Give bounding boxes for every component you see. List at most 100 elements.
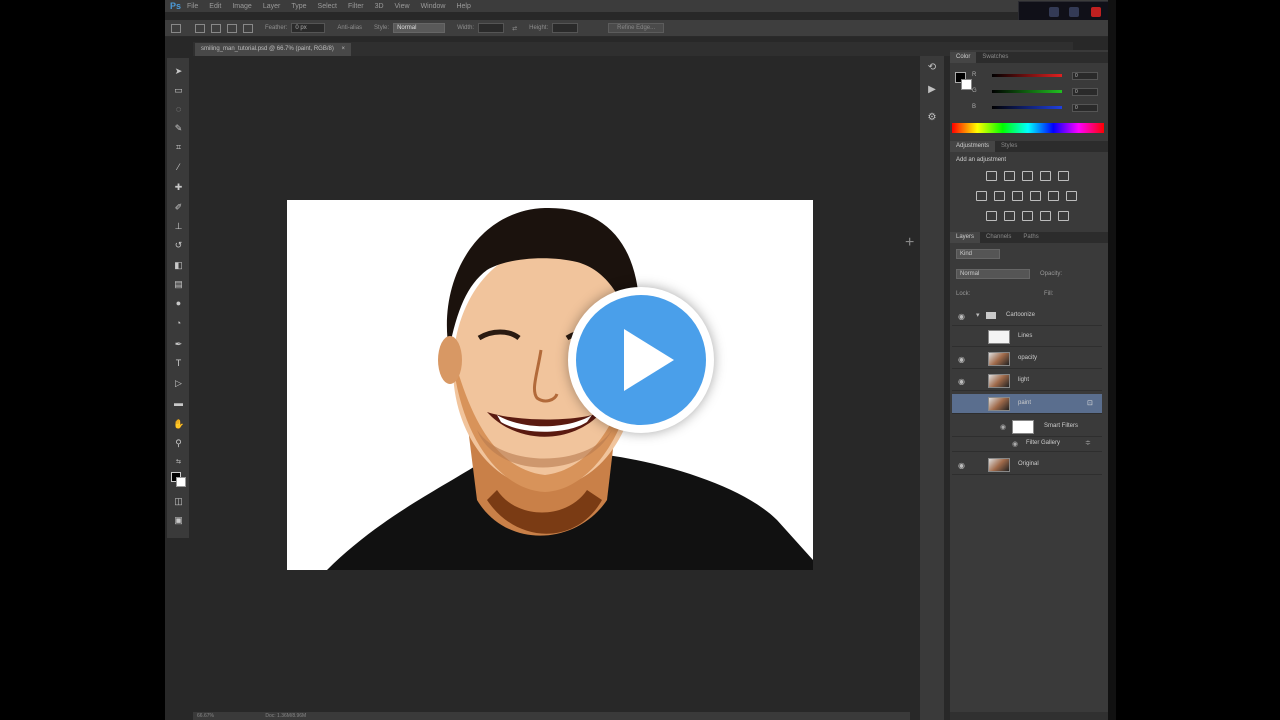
layer-row-light[interactable]: ◉ light	[952, 371, 1102, 391]
refine-edge-button[interactable]: Refine Edge...	[608, 23, 665, 33]
levels-icon[interactable]	[1004, 171, 1015, 181]
visibility-eye-icon[interactable]: ◉	[958, 377, 965, 386]
background-color-swatch[interactable]	[176, 477, 186, 487]
marquee-tool-preset-icon[interactable]	[171, 23, 181, 33]
path-select-tool-icon[interactable]: ▷	[173, 378, 184, 389]
maximize-icon[interactable]	[1069, 7, 1079, 17]
layer-row-filter-gallery[interactable]: ◉ Filter Gallery ≑	[952, 436, 1102, 452]
video-play-button[interactable]	[568, 287, 714, 433]
eyedropper-tool-icon[interactable]: ⁄	[173, 162, 184, 173]
exposure-icon[interactable]	[1040, 171, 1051, 181]
layer-row-opacity[interactable]: ◉ opacity	[952, 349, 1102, 369]
selective-color-icon[interactable]	[1058, 211, 1069, 221]
swap-colors-icon[interactable]: ⇆	[173, 457, 184, 468]
screen-mode-icon[interactable]: ▣	[173, 515, 184, 526]
height-input[interactable]	[552, 23, 579, 33]
brush-tool-icon[interactable]: ✐	[173, 202, 184, 213]
menu-layer[interactable]: Layer	[263, 3, 281, 10]
eraser-tool-icon[interactable]: ◧	[173, 260, 184, 271]
style-dropdown[interactable]: Normal	[393, 23, 446, 33]
antialias-checkbox[interactable]: Anti-alias	[337, 25, 362, 31]
color-lookup-icon[interactable]	[1066, 191, 1077, 201]
posterize-icon[interactable]	[1004, 211, 1015, 221]
lasso-tool-icon[interactable]: ◌	[173, 104, 184, 115]
layer-row-lines[interactable]: Lines	[952, 327, 1102, 347]
swap-icon[interactable]: ⇄	[512, 25, 517, 32]
blend-mode-dropdown[interactable]: Normal	[956, 269, 1030, 279]
layer-row-smart-filters[interactable]: ◉ Smart Filters	[952, 417, 1102, 437]
minimize-icon[interactable]	[1049, 7, 1059, 17]
filter-visibility-icon[interactable]: ◉	[1000, 423, 1006, 431]
width-input[interactable]	[478, 23, 505, 33]
invert-icon[interactable]	[986, 211, 997, 221]
dodge-tool-icon[interactable]: ◔	[173, 318, 184, 329]
subtract-selection-icon[interactable]	[227, 23, 237, 33]
feather-input[interactable]: 0 px	[291, 23, 326, 33]
marquee-tool-icon[interactable]: ▭	[173, 85, 184, 96]
color-balance-icon[interactable]	[994, 191, 1005, 201]
black-white-icon[interactable]	[1012, 191, 1023, 201]
slider-red[interactable]: R 0	[972, 72, 1102, 81]
layer-row-original[interactable]: ◉ Original	[952, 455, 1102, 475]
visibility-eye-icon[interactable]: ◉	[958, 355, 965, 364]
close-tab-icon[interactable]: ×	[342, 46, 346, 52]
layer-row-cartoonize[interactable]: ◉ ▾ Cartoonize	[952, 306, 1102, 326]
group-expand-icon[interactable]: ▾	[976, 311, 980, 319]
document-tab[interactable]: smiling_man_tutorial.psd @ 66.7% (paint,…	[195, 43, 352, 56]
filter-visibility-icon[interactable]: ◉	[1012, 440, 1018, 448]
tab-swatches[interactable]: Swatches	[976, 52, 1014, 63]
threshold-icon[interactable]	[1022, 211, 1033, 221]
filter-mask-thumbnail[interactable]	[1012, 420, 1034, 434]
menu-select[interactable]: Select	[318, 3, 337, 10]
menu-type[interactable]: Type	[291, 3, 306, 10]
close-icon[interactable]	[1091, 7, 1101, 17]
tab-color[interactable]: Color	[950, 52, 977, 63]
zoom-level[interactable]: 66.67%	[197, 713, 214, 719]
slider-red-track[interactable]	[992, 74, 1062, 77]
tab-adjustments[interactable]: Adjustments	[950, 141, 996, 152]
quick-select-tool-icon[interactable]: ✎	[173, 123, 184, 134]
blur-tool-icon[interactable]: ●	[173, 298, 184, 309]
add-to-selection-icon[interactable]	[211, 23, 221, 33]
tab-layers[interactable]: Layers	[950, 232, 981, 243]
curves-icon[interactable]	[1022, 171, 1033, 181]
clone-stamp-tool-icon[interactable]: ⊥	[173, 221, 184, 232]
slider-green[interactable]: G 0	[972, 88, 1102, 97]
menu-3d[interactable]: 3D	[375, 3, 384, 10]
visibility-eye-icon[interactable]: ◉	[958, 312, 965, 321]
doc-size[interactable]: Doc: 1.36M/8.96M	[265, 713, 306, 719]
history-brush-tool-icon[interactable]: ↺	[173, 240, 184, 251]
healing-brush-tool-icon[interactable]: ✚	[173, 182, 184, 193]
tab-paths[interactable]: Paths	[1017, 232, 1044, 243]
hand-tool-icon[interactable]: ✋	[173, 419, 184, 430]
slider-green-track[interactable]	[992, 90, 1062, 93]
hue-saturation-icon[interactable]	[976, 191, 987, 201]
color-spectrum-ramp[interactable]	[952, 123, 1104, 133]
zoom-tool-icon[interactable]: ⚲	[173, 438, 184, 449]
menu-view[interactable]: View	[395, 3, 410, 10]
crop-tool-icon[interactable]: ⌗	[173, 142, 184, 153]
channel-mixer-icon[interactable]	[1048, 191, 1059, 201]
slider-blue[interactable]: B 0	[972, 104, 1102, 113]
document-image[interactable]	[287, 200, 813, 570]
actions-panel-icon[interactable]: ▶	[926, 84, 938, 96]
tab-channels[interactable]: Channels	[980, 232, 1017, 243]
layer-row-paint[interactable]: paint ⊡	[952, 394, 1102, 414]
shape-tool-icon[interactable]: ▬	[173, 398, 184, 409]
filter-options-icon[interactable]: ≑	[1085, 439, 1091, 447]
move-tool-icon[interactable]: ➤	[173, 66, 184, 77]
slider-blue-value[interactable]: 0	[1072, 104, 1098, 112]
panel-bg-swatch[interactable]	[961, 79, 972, 90]
slider-blue-track[interactable]	[992, 106, 1062, 109]
photo-filter-icon[interactable]	[1030, 191, 1041, 201]
slider-red-value[interactable]: 0	[1072, 72, 1098, 80]
history-panel-icon[interactable]: ⟲	[926, 62, 938, 74]
tab-styles[interactable]: Styles	[995, 141, 1023, 152]
new-selection-icon[interactable]	[195, 23, 205, 33]
properties-panel-icon[interactable]: ⚙	[926, 112, 938, 124]
type-tool-icon[interactable]: T	[173, 358, 184, 369]
gradient-map-icon[interactable]	[1040, 211, 1051, 221]
visibility-eye-icon[interactable]: ◉	[958, 461, 965, 470]
slider-green-value[interactable]: 0	[1072, 88, 1098, 96]
quick-mask-icon[interactable]: ◫	[173, 496, 184, 507]
